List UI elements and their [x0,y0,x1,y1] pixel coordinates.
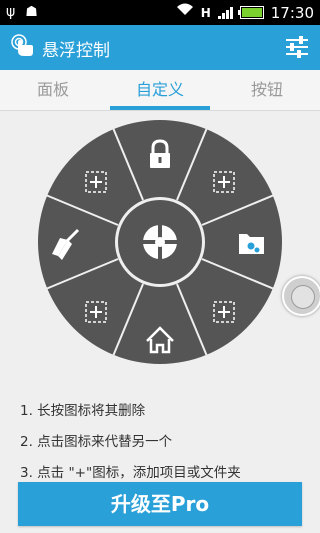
crosshair-icon[interactable] [143,225,177,259]
battery-icon [237,6,264,19]
floating-handle[interactable] [282,276,320,316]
clock: 17:30 [270,3,314,22]
signal-icon [217,6,233,19]
instruction-2: 2. 点击图标来代替另一个 [20,434,173,450]
tab-custom[interactable]: 自定义 [107,70,213,110]
app-title: 悬浮控制 [42,41,110,61]
android-icon: ☗ [25,4,38,20]
instruction-1: 1. 长按图标将其删除 [20,403,146,419]
tab-panel[interactable]: 面板 [0,70,106,110]
control-wheel [38,120,282,364]
usb-icon: ψ [6,4,16,20]
wifi-icon [176,2,194,23]
tab-button[interactable]: 按钮 [214,70,320,110]
sliders-settings-icon[interactable] [284,35,310,59]
folder-settings-icon[interactable] [239,234,264,254]
app-logo-icon [11,34,33,56]
tab-custom-label: 自定义 [135,80,184,99]
status-bar: ψ ☗ H 17:30 [0,0,320,25]
network-type-label: H [200,5,211,20]
upgrade-pro-button[interactable]: 升级至Pro [18,482,302,526]
tab-bar: 面板 自定义 按钮 [0,70,320,111]
app-bar: 悬浮控制 [0,25,320,70]
instruction-3: 3. 点击 "+"图标，添加项目或文件夹 [20,465,241,481]
